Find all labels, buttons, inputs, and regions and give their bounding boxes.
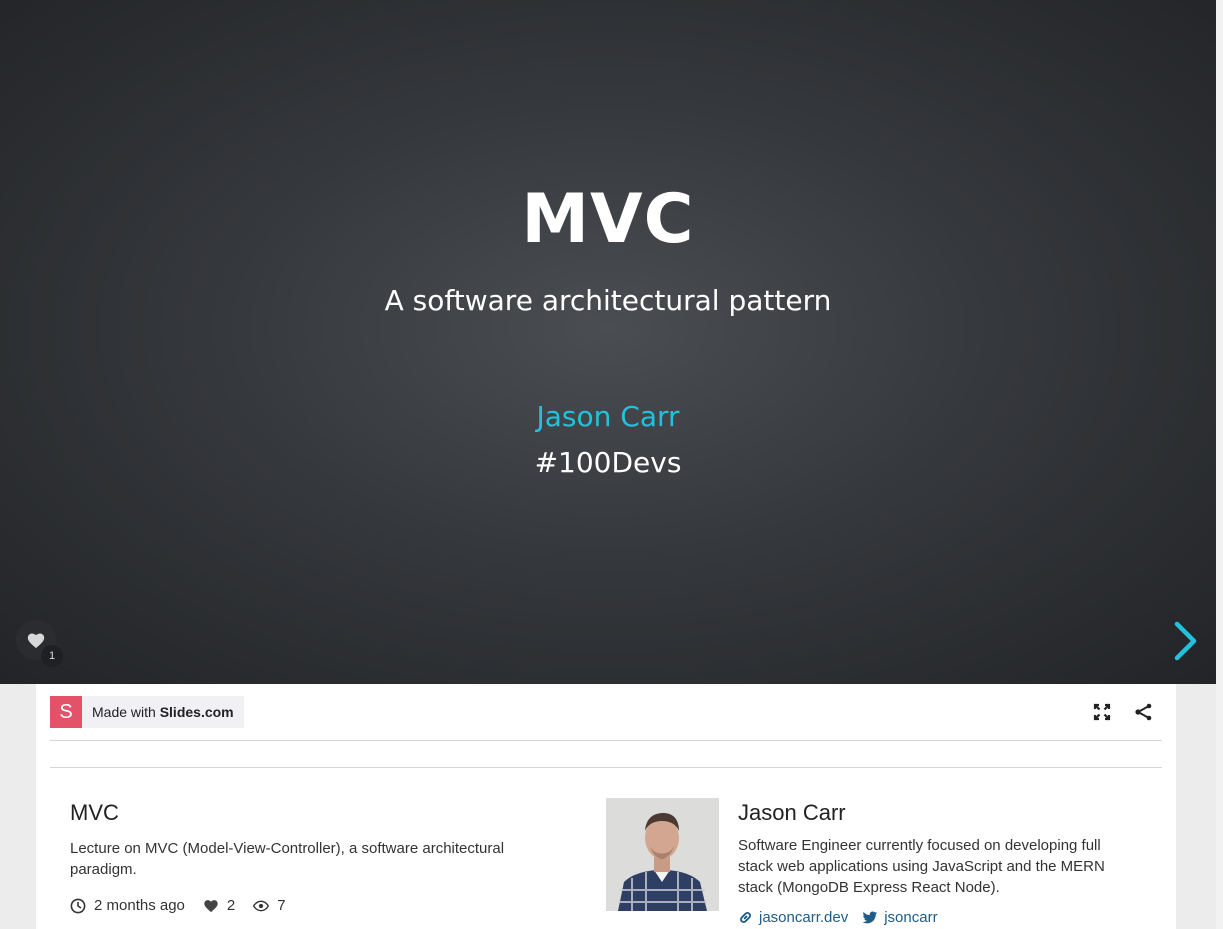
website-label: jasoncarr.dev <box>759 909 849 926</box>
deck-meta: 2 months ago 2 7 <box>70 897 304 914</box>
website-link[interactable]: jasoncarr.dev <box>738 909 848 926</box>
heart-icon <box>204 900 218 913</box>
slide-viewer: MVC A software architectural pattern Jas… <box>0 0 1216 684</box>
made-with-brand: Slides.com <box>159 704 234 720</box>
author-name[interactable]: Jason Carr <box>738 800 846 826</box>
views-stat: 7 <box>253 897 286 914</box>
like-count-badge: 1 <box>41 645 63 667</box>
author-photo <box>606 798 719 911</box>
divider <box>50 767 1162 768</box>
fullscreen-button[interactable] <box>1090 700 1114 724</box>
deck-description: Lecture on MVC (Model-View-Controller), … <box>70 840 505 878</box>
made-with-slides-link[interactable]: S Made with Slides.com <box>50 696 244 728</box>
updated-time: 2 months ago <box>70 897 185 914</box>
share-icon <box>1135 703 1152 721</box>
made-with-label: Made with Slides.com <box>82 704 244 720</box>
clock-icon <box>70 898 86 913</box>
deck-title: MVC <box>70 800 119 825</box>
made-with-prefix: Made with <box>92 704 156 720</box>
author-links: jasoncarr.dev jsoncarr <box>738 909 952 926</box>
share-button[interactable] <box>1132 700 1156 724</box>
twitter-link[interactable]: jsoncarr <box>862 909 938 926</box>
link-icon <box>740 912 751 923</box>
slide-author: Jason Carr <box>536 400 680 433</box>
updated-label: 2 months ago <box>94 897 185 914</box>
next-slide-button[interactable] <box>1168 618 1202 664</box>
slide-title: MVC <box>521 180 695 259</box>
twitter-label: jsoncarr <box>884 909 938 926</box>
likes-stat[interactable]: 2 <box>203 897 235 914</box>
twitter-icon <box>862 910 878 923</box>
deck-info-panel: S Made with Slides.com MVC Lecture on MV… <box>36 684 1176 929</box>
eye-icon <box>253 900 270 911</box>
slides-logo-icon: S <box>50 696 82 728</box>
author-bio: Software Engineer currently focused on d… <box>738 837 1105 896</box>
views-count: 7 <box>277 897 286 914</box>
divider <box>50 740 1162 741</box>
heart-icon <box>27 633 45 649</box>
avatar[interactable] <box>606 798 719 911</box>
likes-count: 2 <box>226 897 236 914</box>
fullscreen-icon <box>1093 703 1111 721</box>
slide-subtitle: A software architectural pattern <box>384 284 832 317</box>
chevron-right-icon <box>1174 621 1197 661</box>
slide-tag: #100Devs <box>534 446 682 479</box>
scrollbar-track[interactable] <box>1216 0 1223 929</box>
